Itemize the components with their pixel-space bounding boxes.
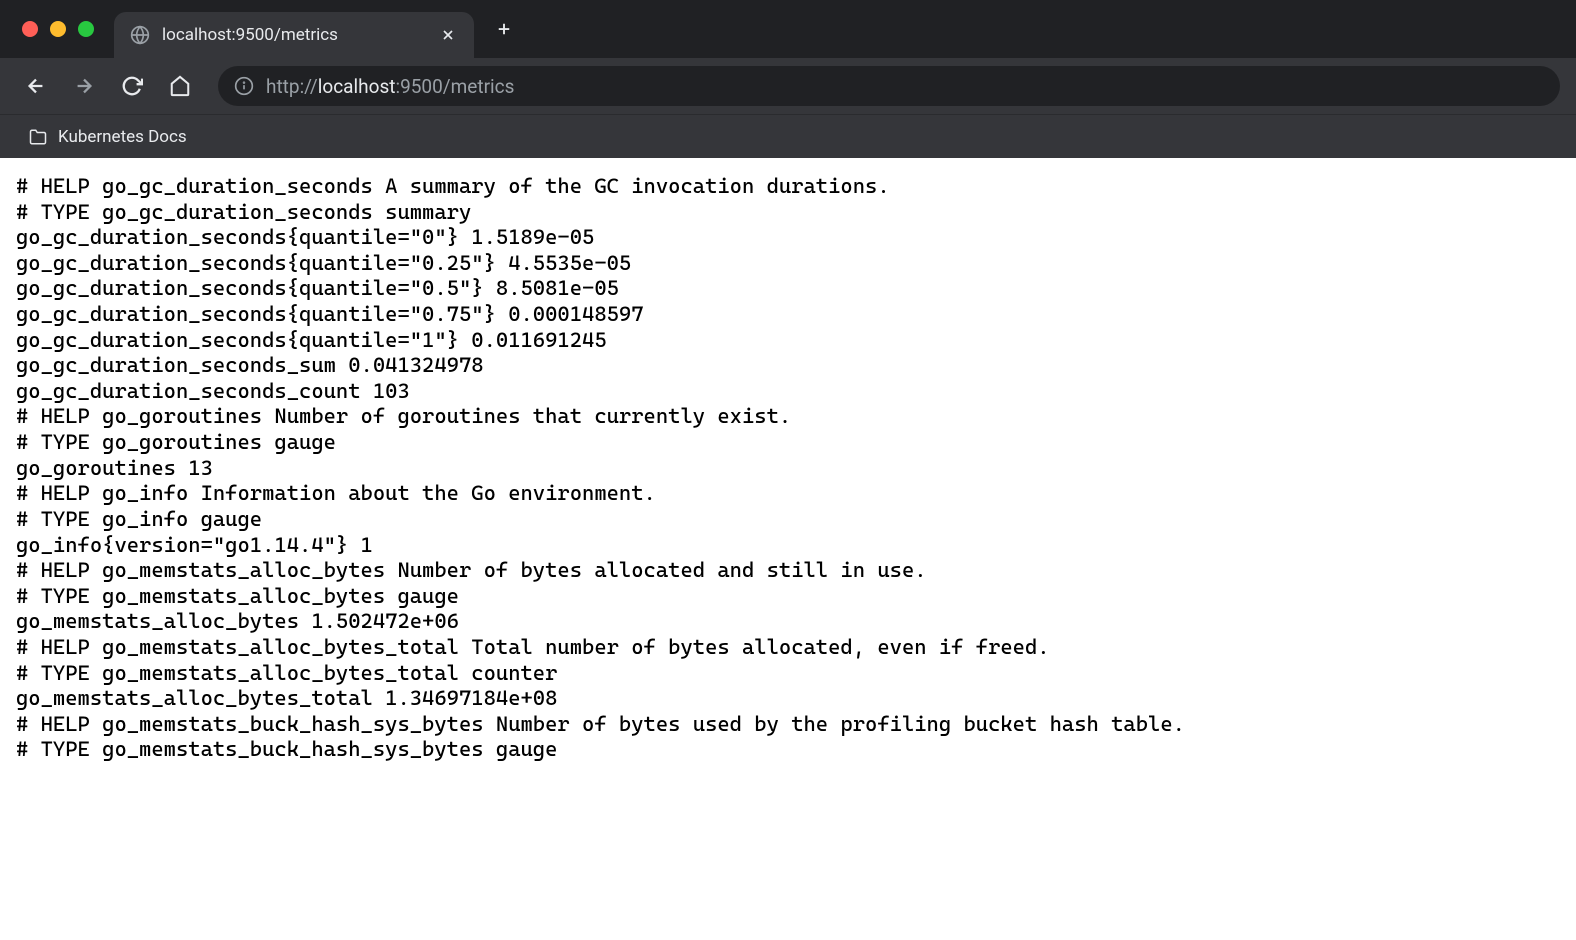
browser-tab[interactable]: localhost:9500/metrics <box>114 12 474 58</box>
window-minimize-button[interactable] <box>50 21 66 37</box>
url-scheme: http:// <box>266 75 318 98</box>
window-maximize-button[interactable] <box>78 21 94 37</box>
url-path: :9500/metrics <box>395 75 514 98</box>
forward-button[interactable] <box>64 66 104 106</box>
bookmark-kubernetes-docs[interactable]: Kubernetes Docs <box>20 123 195 151</box>
globe-icon <box>130 25 150 45</box>
back-button[interactable] <box>16 66 56 106</box>
tab-title: localhost:9500/metrics <box>162 25 426 45</box>
tab-bar: localhost:9500/metrics <box>0 0 1576 58</box>
new-tab-button[interactable] <box>486 11 522 47</box>
close-icon[interactable] <box>438 25 458 45</box>
browser-chrome: localhost:9500/metrics <box>0 0 1576 158</box>
toolbar: http://localhost:9500/metrics <box>0 58 1576 114</box>
window-close-button[interactable] <box>22 21 38 37</box>
url-display: http://localhost:9500/metrics <box>266 75 514 98</box>
folder-icon <box>28 128 48 146</box>
url-host: localhost <box>318 75 396 98</box>
window-controls <box>0 21 114 37</box>
bookmarks-bar: Kubernetes Docs <box>0 114 1576 158</box>
metrics-output: # HELP go_gc_duration_seconds A summary … <box>0 158 1576 779</box>
reload-button[interactable] <box>112 66 152 106</box>
info-icon[interactable] <box>234 76 254 96</box>
address-bar[interactable]: http://localhost:9500/metrics <box>218 66 1560 106</box>
home-button[interactable] <box>160 66 200 106</box>
bookmark-label: Kubernetes Docs <box>58 127 187 147</box>
